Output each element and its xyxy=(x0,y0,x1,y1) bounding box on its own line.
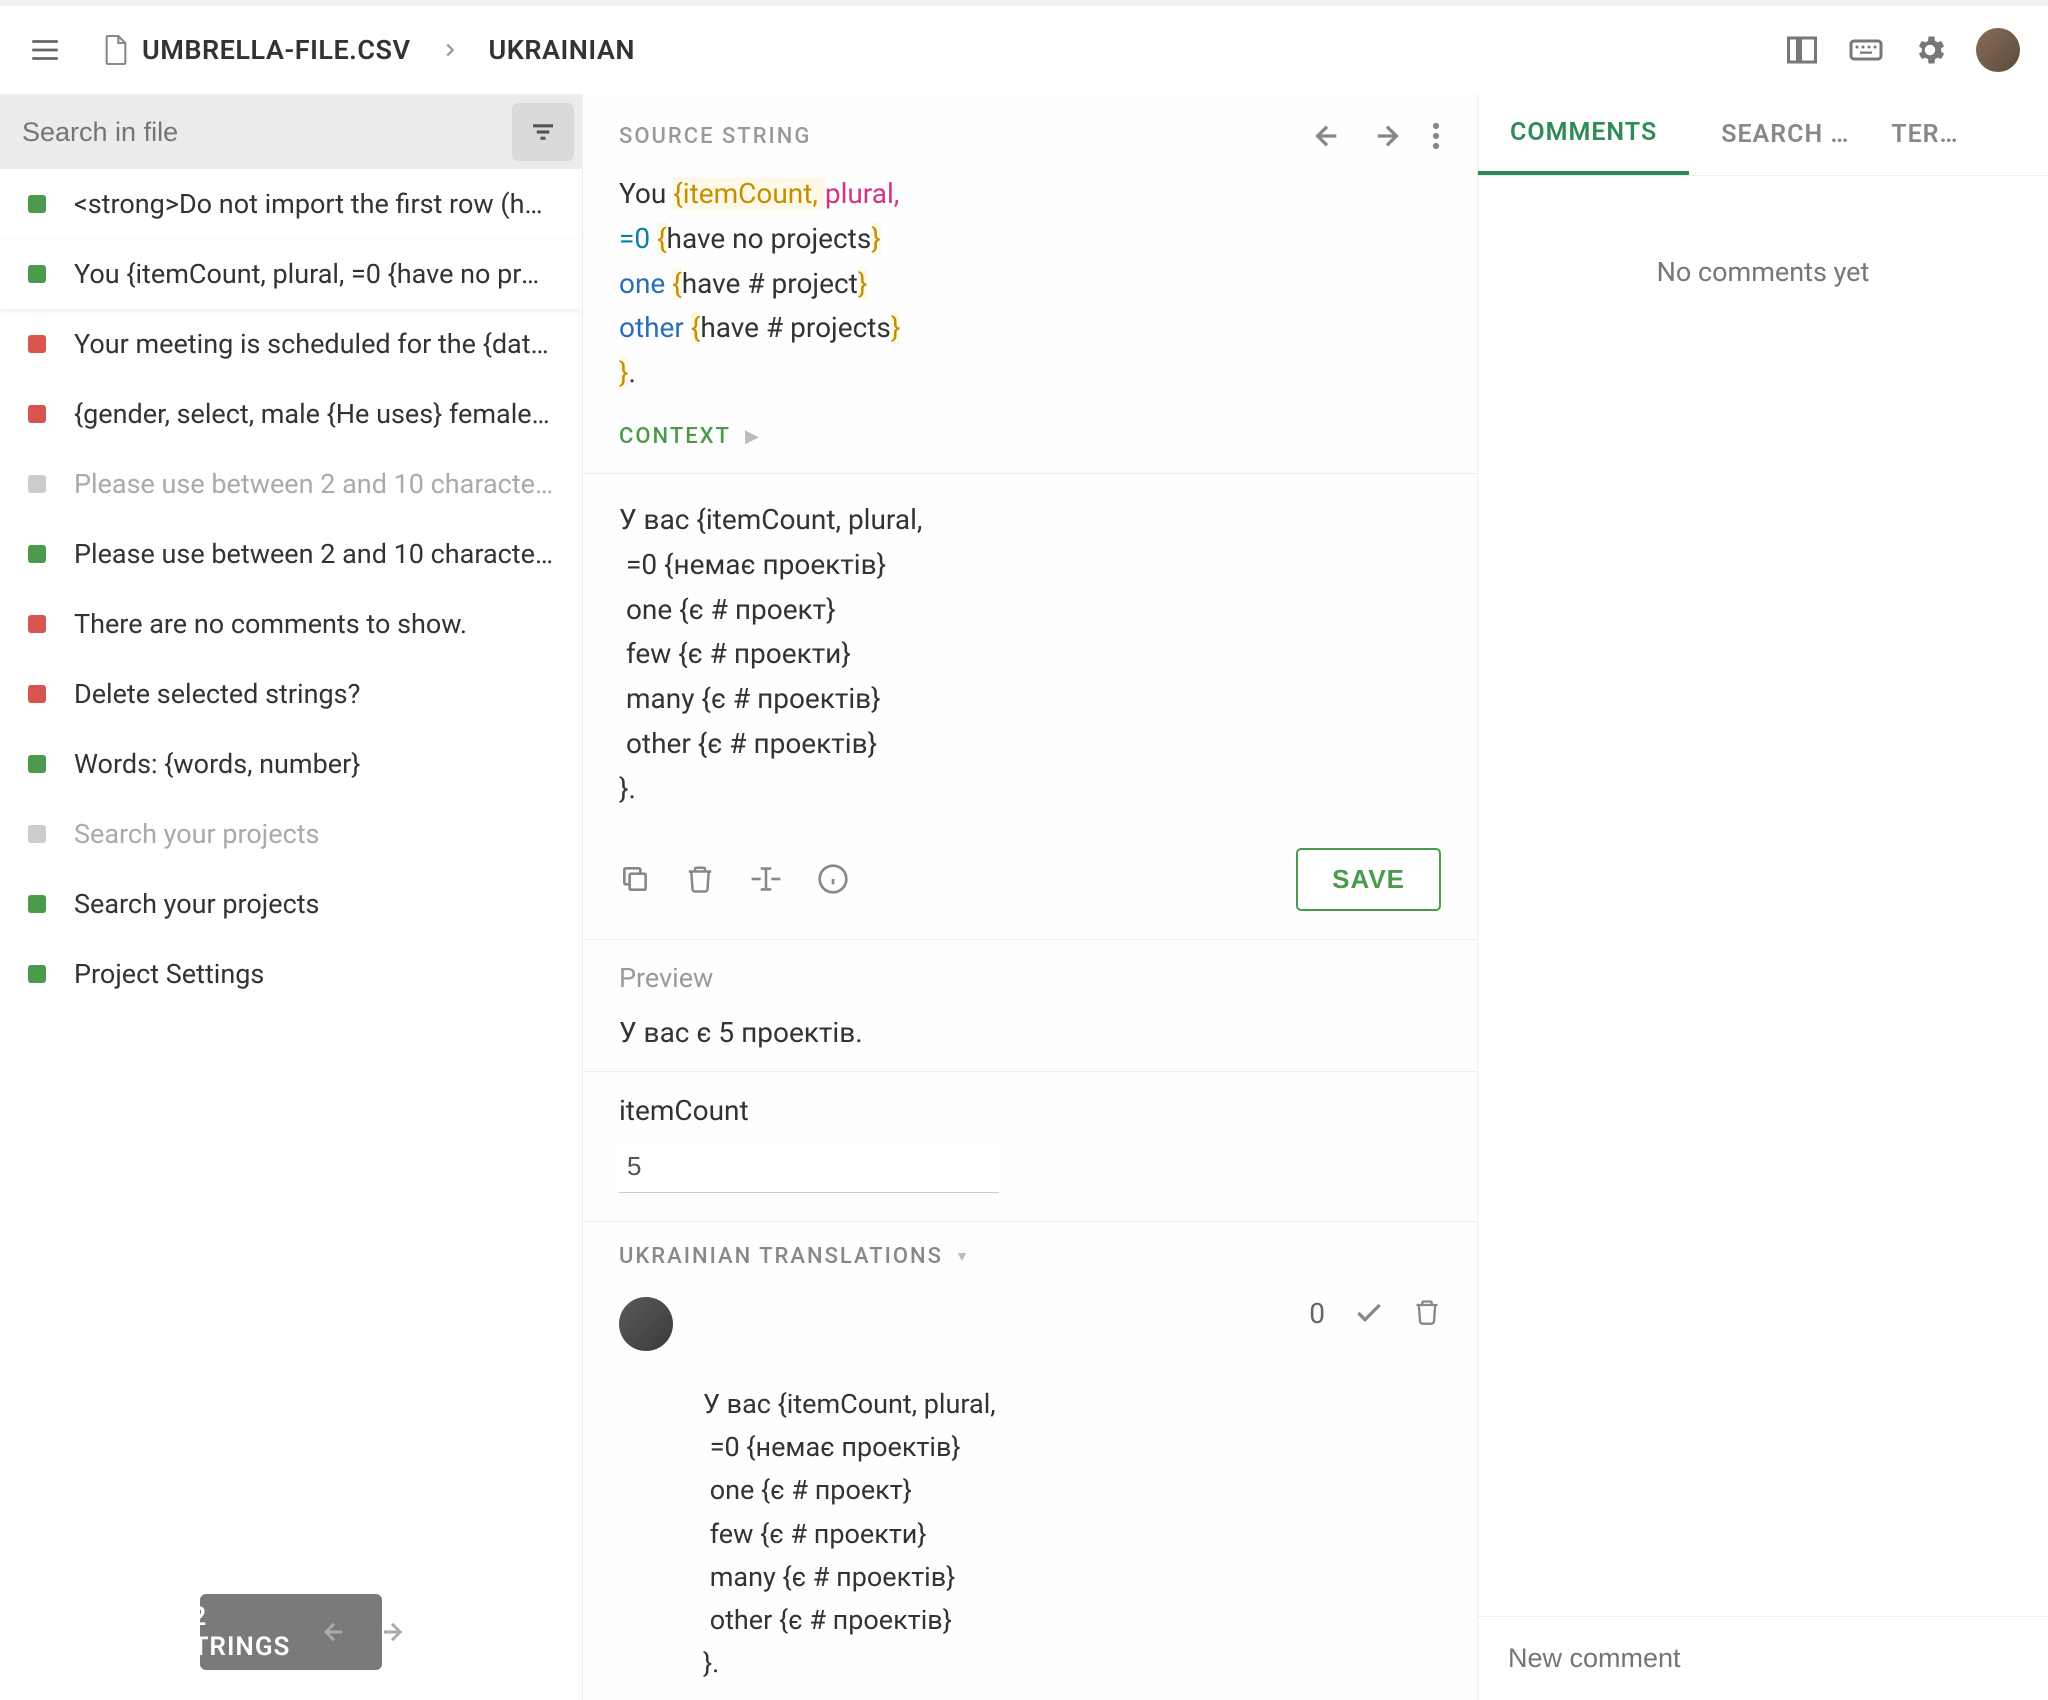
right-panel: COMMENTS SEARCH … TER… No comments yet xyxy=(1478,94,2048,1700)
sidebar: <strong>Do not import the first row (hea… xyxy=(0,94,582,1700)
insert-icon[interactable] xyxy=(749,864,783,894)
list-item-text: Search your projects xyxy=(74,818,319,850)
comments-empty: No comments yet xyxy=(1478,176,2048,1616)
copy-source-icon[interactable] xyxy=(619,863,651,895)
hamburger-menu-icon[interactable] xyxy=(28,33,62,67)
save-button[interactable]: SAVE xyxy=(1296,848,1441,911)
status-dot xyxy=(28,405,46,423)
list-item-text: {gender, select, male {He uses} female {… xyxy=(74,398,554,430)
list-item-text: Please use between 2 and 10 characters xyxy=(74,468,554,500)
next-page-icon[interactable] xyxy=(378,1618,406,1646)
status-dot xyxy=(28,965,46,983)
app-header: UMBRELLA-FILE.CSV UKRAINIAN xyxy=(0,0,2048,94)
trash-icon[interactable] xyxy=(1413,1297,1441,1327)
tab-comments[interactable]: COMMENTS xyxy=(1478,94,1689,175)
preview-text: У вас є 5 проектів. xyxy=(619,1016,1441,1049)
keyboard-icon[interactable] xyxy=(1848,35,1884,65)
chevron-down-icon: ▼ xyxy=(955,1248,971,1265)
search-bar xyxy=(0,95,582,169)
list-item[interactable]: {gender, select, male {He uses} female {… xyxy=(0,379,582,449)
string-list: <strong>Do not import the first row (hea… xyxy=(0,169,582,1570)
translation-input[interactable]: У вас {itemCount, plural, =0 {немає прое… xyxy=(583,473,1477,836)
status-dot xyxy=(28,335,46,353)
status-dot xyxy=(28,755,46,773)
list-item[interactable]: Search your projects xyxy=(0,799,582,869)
list-item-text: Your meeting is scheduled for the {dateV… xyxy=(74,328,554,360)
variable-label: itemCount xyxy=(619,1094,1441,1127)
list-item-text: Please use between 2 and 10 characters xyxy=(74,538,554,570)
source-string: You {itemCount, plural, =0 {have no proj… xyxy=(583,172,1477,416)
status-dot xyxy=(28,685,46,703)
list-item[interactable]: Your meeting is scheduled for the {dateV… xyxy=(0,309,582,379)
list-item[interactable]: <strong>Do not import the first row (hea… xyxy=(0,169,582,239)
tabs: COMMENTS SEARCH … TER… xyxy=(1478,94,2048,176)
status-dot xyxy=(28,895,46,913)
entry-avatar[interactable] xyxy=(619,1297,673,1351)
status-dot xyxy=(28,825,46,843)
list-item-text: Delete selected strings? xyxy=(74,678,360,710)
chevron-right-icon: ▶ xyxy=(745,426,761,447)
status-dot xyxy=(28,265,46,283)
breadcrumb-file[interactable]: UMBRELLA-FILE.CSV xyxy=(142,34,411,66)
search-input[interactable] xyxy=(0,117,512,148)
list-item[interactable]: Search your projects xyxy=(0,869,582,939)
list-item-text: Words: {words, number} xyxy=(74,748,360,780)
prev-page-icon[interactable] xyxy=(320,1618,348,1646)
list-item-text: You {itemCount, plural, =0 {have no proj… xyxy=(74,258,554,290)
filter-icon[interactable] xyxy=(512,103,574,161)
breadcrumb-language[interactable]: UKRAINIAN xyxy=(489,34,636,66)
translations-toggle[interactable]: UKRAINIAN TRANSLATIONS ▼ xyxy=(619,1244,1441,1269)
comment-input[interactable] xyxy=(1508,1643,2018,1674)
trash-icon[interactable] xyxy=(685,863,715,895)
breadcrumb: UMBRELLA-FILE.CSV UKRAINIAN xyxy=(142,34,1784,66)
list-item[interactable]: Project Settings xyxy=(0,939,582,1009)
status-dot xyxy=(28,475,46,493)
user-avatar[interactable] xyxy=(1976,28,2020,72)
tab-terminology[interactable]: TER… xyxy=(1859,94,1990,175)
list-item-text: Search your projects xyxy=(74,888,319,920)
list-item[interactable]: Please use between 2 and 10 characters xyxy=(0,449,582,519)
info-icon[interactable] xyxy=(817,863,849,895)
preview-label: Preview xyxy=(619,962,1441,994)
string-count: 12 STRINGS xyxy=(176,1602,291,1662)
list-item-text: There are no comments to show. xyxy=(74,608,467,640)
gear-icon[interactable] xyxy=(1912,32,1948,68)
file-icon xyxy=(102,33,130,67)
next-string-icon[interactable] xyxy=(1371,120,1403,152)
source-string-label: SOURCE STRING xyxy=(619,124,811,149)
variable-input[interactable] xyxy=(619,1141,999,1193)
editor-panel: SOURCE STRING You {itemCount, plural, =0… xyxy=(582,94,1478,1700)
entry-text: У вас {itemCount, plural, =0 {немає прое… xyxy=(703,1383,1279,1685)
more-icon[interactable] xyxy=(1431,121,1441,151)
chevron-right-icon xyxy=(439,39,461,61)
sidebar-footer: 12 STRINGS xyxy=(200,1594,382,1670)
list-item[interactable]: Words: {words, number} xyxy=(0,729,582,799)
status-dot xyxy=(28,545,46,563)
list-item-text: Project Settings xyxy=(74,958,264,990)
list-item-text: <strong>Do not import the first row (hea… xyxy=(74,188,554,220)
list-item[interactable]: Please use between 2 and 10 characters xyxy=(0,519,582,589)
prev-string-icon[interactable] xyxy=(1311,120,1343,152)
layout-icon[interactable] xyxy=(1784,32,1820,68)
context-toggle[interactable]: CONTEXT ▶ xyxy=(583,416,1477,473)
list-item[interactable]: There are no comments to show. xyxy=(0,589,582,659)
entry-vote-count: 0 xyxy=(1309,1297,1325,1330)
list-item[interactable]: You {itemCount, plural, =0 {have no proj… xyxy=(0,239,582,309)
status-dot xyxy=(28,195,46,213)
check-icon[interactable] xyxy=(1353,1297,1385,1329)
translation-entry: У вас {itemCount, plural, =0 {немає прое… xyxy=(619,1269,1441,1700)
list-item[interactable]: Delete selected strings? xyxy=(0,659,582,729)
tab-search[interactable]: SEARCH … xyxy=(1689,94,1859,175)
status-dot xyxy=(28,615,46,633)
